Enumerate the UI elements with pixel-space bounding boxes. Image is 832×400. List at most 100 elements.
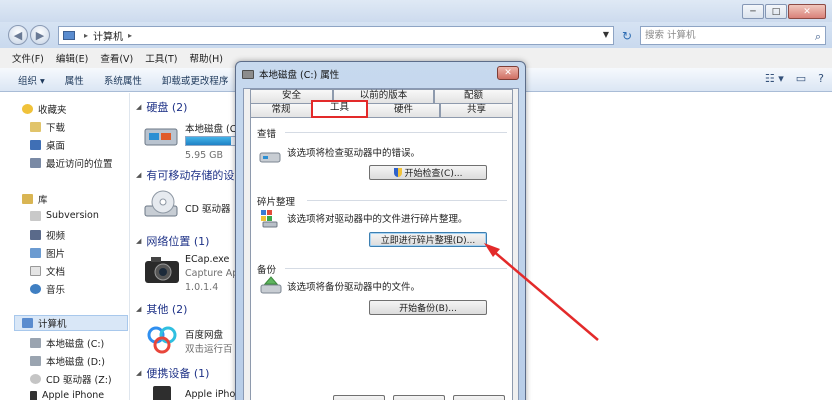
collapse-icon[interactable]: ◢ bbox=[136, 369, 141, 377]
phone-icon bbox=[153, 386, 171, 400]
menu-edit[interactable]: 编辑(E) bbox=[56, 51, 88, 65]
ecap-description: Capture Ap bbox=[185, 268, 239, 279]
address-bar[interactable]: ▸ 计算机 ▸ ▼ bbox=[58, 26, 614, 45]
computer-icon bbox=[22, 318, 33, 328]
maximize-button[interactable]: □ bbox=[765, 4, 787, 19]
sidebar-favorites[interactable]: 收藏夹 bbox=[22, 102, 67, 116]
breadcrumb-separator[interactable]: ▸ bbox=[84, 31, 88, 40]
group-label: 网络位置 (1) bbox=[146, 235, 210, 248]
document-icon bbox=[30, 266, 41, 276]
sidebar-label: 视频 bbox=[46, 231, 66, 242]
baidu-netdisk-icon bbox=[147, 326, 177, 354]
properties-button[interactable]: 属性 bbox=[65, 73, 84, 87]
collapse-icon[interactable]: ◢ bbox=[136, 237, 141, 245]
disk-c-free-space: 5.95 GB bbox=[185, 150, 224, 161]
sidebar-label: 收藏夹 bbox=[38, 105, 67, 116]
sidebar-item-cd-drive[interactable]: CD 驱动器 (Z:) bbox=[30, 372, 112, 386]
sidebar-label: CD 驱动器 (Z:) bbox=[46, 375, 112, 386]
sidebar-item-music[interactable]: 音乐 bbox=[30, 282, 65, 296]
organize-button[interactable]: 组织 ▾ bbox=[18, 73, 45, 87]
sidebar-item-desktop[interactable]: 桌面 bbox=[30, 138, 65, 152]
collapse-icon[interactable]: ◢ bbox=[136, 305, 141, 313]
menu-view[interactable]: 查看(V) bbox=[100, 51, 133, 65]
sidebar-label: 音乐 bbox=[46, 285, 66, 296]
tab-sharing[interactable]: 共享 bbox=[440, 103, 513, 117]
cd-drive-icon bbox=[144, 190, 178, 217]
backup-now-button[interactable]: 开始备份(B)... bbox=[369, 300, 487, 315]
menu-file[interactable]: 文件(F) bbox=[12, 51, 44, 65]
collapse-icon[interactable]: ◢ bbox=[136, 171, 141, 179]
backup-description: 该选项将备份驱动器中的文件。 bbox=[287, 282, 421, 293]
button-label: 开始检查(C)... bbox=[404, 169, 463, 179]
sidebar-item-documents[interactable]: 文档 bbox=[30, 264, 65, 278]
tab-general[interactable]: 常规 bbox=[250, 103, 312, 117]
search-placeholder: 搜索 计算机 bbox=[645, 30, 696, 41]
drive-icon bbox=[242, 69, 254, 79]
sidebar-item-subversion[interactable]: Subversion bbox=[30, 210, 99, 221]
menu-help[interactable]: 帮助(H) bbox=[189, 51, 223, 65]
sidebar-label: Apple iPhone bbox=[42, 390, 105, 400]
ecap-name[interactable]: ECap.exe bbox=[185, 254, 229, 265]
help-icon[interactable]: ? bbox=[818, 72, 824, 85]
error-checking-description: 该选项将检查驱动器中的错误。 bbox=[287, 148, 421, 159]
sidebar-item-downloads[interactable]: 下载 bbox=[30, 120, 65, 134]
close-button[interactable]: ✕ bbox=[788, 4, 826, 19]
system-properties-button[interactable]: 系统属性 bbox=[104, 73, 142, 87]
collapse-icon[interactable]: ◢ bbox=[136, 103, 141, 111]
group-other[interactable]: ◢ 其他 (2) bbox=[136, 301, 187, 317]
uninstall-program-button[interactable]: 卸载或更改程序 bbox=[162, 73, 229, 87]
sidebar-libraries[interactable]: 库 bbox=[22, 192, 48, 206]
computer-icon bbox=[63, 31, 75, 40]
sidebar-item-disk-c[interactable]: 本地磁盘 (C:) bbox=[30, 336, 104, 350]
menu-tools[interactable]: 工具(T) bbox=[145, 51, 177, 65]
group-portable-devices[interactable]: ◢ 便携设备 (1) bbox=[136, 365, 209, 381]
dialog-title-bar: 本地磁盘 (C:) 属性 bbox=[242, 67, 339, 81]
phone-icon bbox=[30, 390, 37, 400]
breadcrumb-computer[interactable]: 计算机 bbox=[93, 28, 123, 43]
dialog-body: 安全 以前的版本 配额 常规 工具 硬件 共享 查错 该选项将检查驱动器中的错误… bbox=[243, 88, 519, 400]
iphone-name[interactable]: Apple iPho bbox=[185, 389, 235, 400]
tab-quota[interactable]: 配额 bbox=[434, 89, 513, 103]
sidebar-computer[interactable]: 计算机 bbox=[14, 315, 128, 331]
disk-c-name[interactable]: 本地磁盘 (C bbox=[185, 121, 236, 135]
search-input[interactable]: 搜索 计算机 ⌕ bbox=[640, 26, 826, 45]
picture-icon bbox=[30, 248, 41, 258]
group-removable-storage[interactable]: ◢ 有可移动存储的设 bbox=[136, 167, 234, 183]
group-label: 硬盘 (2) bbox=[146, 101, 188, 114]
sidebar-item-disk-d[interactable]: 本地磁盘 (D:) bbox=[30, 354, 105, 368]
breadcrumb-separator[interactable]: ▸ bbox=[128, 31, 132, 40]
sidebar-label: 最近访问的位置 bbox=[46, 159, 113, 170]
search-icon[interactable]: ⌕ bbox=[815, 28, 821, 45]
sidebar-label: 计算机 bbox=[38, 319, 67, 330]
defrag-title: 碎片整理 bbox=[257, 197, 296, 208]
backup-icon bbox=[260, 276, 282, 294]
refresh-icon[interactable]: ↻ bbox=[618, 26, 636, 45]
cd-drive-name[interactable]: CD 驱动器 bbox=[185, 201, 230, 215]
view-options-icon[interactable]: ☷ ▾ bbox=[765, 72, 784, 85]
dialog-close-button[interactable]: ✕ bbox=[497, 66, 519, 80]
back-arrow-icon: ◀ bbox=[13, 28, 23, 42]
preview-pane-icon[interactable]: ▭ bbox=[796, 72, 806, 85]
defragment-now-button[interactable]: 立即进行碎片整理(D)... bbox=[369, 232, 487, 247]
minimize-button[interactable]: ─ bbox=[742, 4, 764, 19]
ecap-version: 1.0.1.4 bbox=[185, 282, 219, 293]
cancel-button[interactable] bbox=[393, 395, 445, 400]
drive-check-icon bbox=[259, 152, 281, 163]
address-row: ◀ ▶ ▸ 计算机 ▸ ▼ ↻ 搜索 计算机 ⌕ bbox=[0, 22, 832, 48]
back-button[interactable]: ◀ bbox=[8, 25, 28, 45]
sidebar-item-iphone[interactable]: Apple iPhone bbox=[30, 390, 104, 400]
sidebar-item-recent[interactable]: 最近访问的位置 bbox=[30, 156, 113, 170]
tab-tools[interactable]: 工具 bbox=[311, 100, 368, 118]
group-network-locations[interactable]: ◢ 网络位置 (1) bbox=[136, 233, 209, 249]
apply-button[interactable] bbox=[453, 395, 505, 400]
forward-button[interactable]: ▶ bbox=[30, 25, 50, 45]
group-hard-disks[interactable]: ◢ 硬盘 (2) bbox=[136, 99, 187, 115]
divider bbox=[285, 132, 507, 133]
baidu-name[interactable]: 百度网盘 bbox=[185, 327, 223, 341]
tab-hardware[interactable]: 硬件 bbox=[367, 103, 440, 117]
sidebar-item-videos[interactable]: 视频 bbox=[30, 228, 65, 242]
check-now-button[interactable]: 开始检查(C)... bbox=[369, 165, 487, 180]
sidebar-item-pictures[interactable]: 图片 bbox=[30, 246, 65, 260]
address-dropdown-icon[interactable]: ▼ bbox=[603, 30, 609, 39]
ok-button[interactable] bbox=[333, 395, 385, 400]
